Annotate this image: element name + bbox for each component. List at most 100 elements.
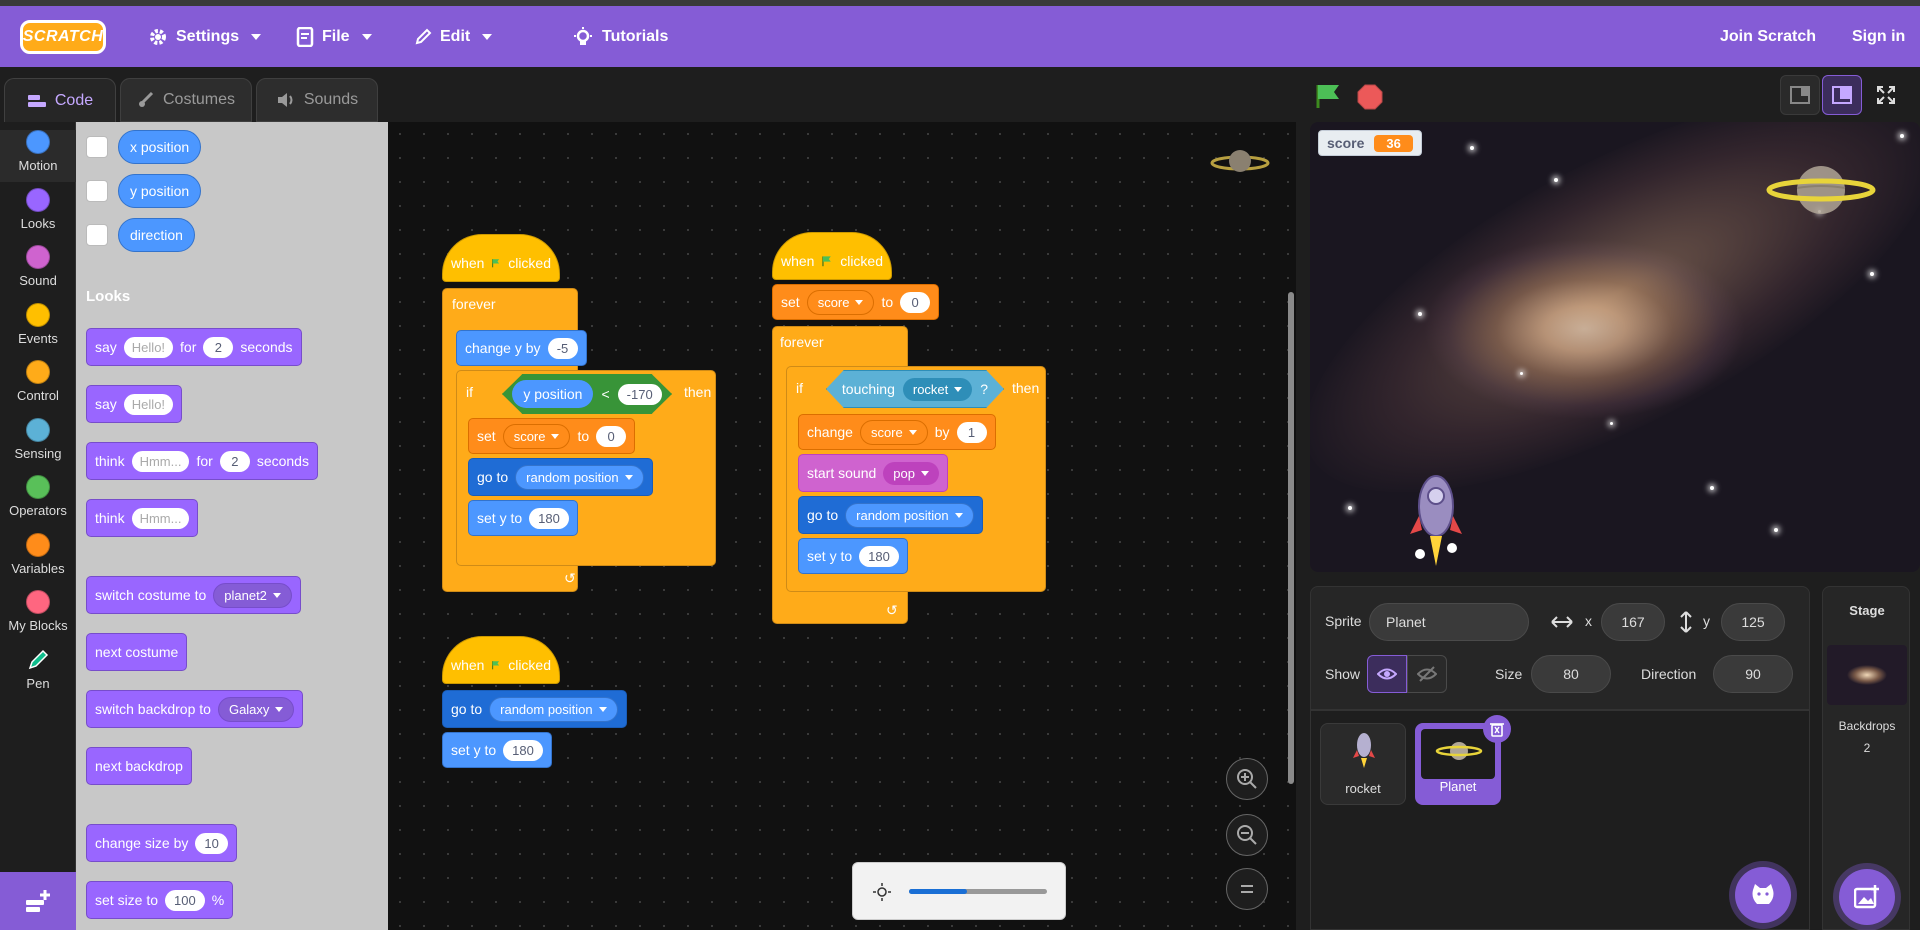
next-backdrop-block[interactable]: next backdrop (86, 747, 192, 785)
set-y-block[interactable]: set y to 180 (798, 538, 908, 574)
choose-sprite-button[interactable] (1735, 867, 1791, 923)
tab-sounds[interactable]: Sounds (256, 78, 378, 122)
y-position-reporter[interactable]: y position (512, 380, 594, 408)
y-position-checkbox[interactable] (86, 180, 108, 202)
join-scratch-link[interactable]: Join Scratch (1720, 6, 1816, 67)
change-size-block[interactable]: change size by 10 (86, 824, 237, 862)
set-size-block[interactable]: set size to 100 % (86, 881, 234, 919)
code-workspace[interactable]: when clicked forever ↺ change y by -5 if… (388, 122, 1296, 930)
switch-backdrop-block[interactable]: switch backdrop to Galaxy (86, 690, 304, 728)
set-variable-block[interactable]: set score to 0 (772, 284, 940, 320)
set-y-input[interactable]: 180 (503, 739, 543, 761)
show-hidden-button[interactable] (1407, 655, 1447, 693)
size-input[interactable]: 100 (165, 889, 205, 911)
settings-menu[interactable]: Settings (148, 6, 262, 67)
message-input[interactable]: Hello! (123, 393, 174, 415)
sign-in-link[interactable]: Sign in (1852, 6, 1905, 67)
say-block[interactable]: say Hello! (86, 385, 183, 423)
direction-reporter[interactable]: direction (118, 218, 195, 252)
fullscreen-button[interactable] (1866, 75, 1906, 115)
seconds-input[interactable]: 2 (203, 336, 234, 358)
touching-sensor[interactable]: touching rocket ? (826, 370, 1004, 408)
small-stage-button[interactable] (1780, 75, 1820, 115)
compare-input[interactable]: -170 (617, 383, 662, 405)
start-sound-block[interactable]: start sound pop (798, 454, 948, 492)
message-input[interactable]: Hello! (123, 336, 174, 358)
backdrop-dropdown[interactable]: Galaxy (217, 696, 295, 722)
choose-backdrop-button[interactable] (1839, 869, 1895, 925)
category-variables[interactable]: Variables (0, 533, 76, 576)
go-to-block[interactable]: go to random position (468, 458, 653, 496)
category-events[interactable]: Events (0, 303, 76, 346)
set-y-block[interactable]: set y to 180 (442, 732, 552, 768)
delete-sprite-button[interactable] (1483, 715, 1511, 743)
go-to-block[interactable]: go to random position (798, 496, 983, 534)
x-position-reporter[interactable]: x position (118, 130, 202, 164)
score-monitor[interactable]: score 36 (1318, 130, 1422, 156)
scratch-logo[interactable]: SCRATCH (20, 20, 106, 54)
normal-stage-button[interactable] (1822, 75, 1862, 115)
category-motion[interactable]: Motion (0, 130, 76, 182)
category-control[interactable]: Control (0, 360, 76, 403)
variable-dropdown[interactable]: score (502, 423, 571, 449)
zoom-in-button[interactable] (1226, 758, 1268, 800)
brightness-slider[interactable] (909, 889, 1047, 894)
variable-dropdown[interactable]: score (859, 419, 928, 445)
category-pen[interactable]: Pen (0, 648, 76, 691)
sprite-name-input[interactable]: Planet (1369, 603, 1529, 641)
change-variable-block[interactable]: change score by 1 (798, 414, 996, 450)
when-flag-clicked-hat[interactable]: when clicked (442, 636, 560, 684)
touching-dropdown[interactable]: rocket (902, 377, 973, 401)
green-flag-run-button[interactable] (1314, 83, 1342, 109)
change-y-block[interactable]: change y by -5 (456, 330, 587, 366)
less-than-operator[interactable]: y position < -170 (502, 374, 672, 414)
go-to-block[interactable]: go to random position (442, 690, 627, 728)
when-flag-clicked-hat[interactable]: when clicked (442, 234, 560, 282)
say-for-seconds-block[interactable]: say Hello! for 2 seconds (86, 328, 302, 366)
x-input[interactable]: 167 (1601, 603, 1665, 641)
x-position-checkbox[interactable] (86, 136, 108, 158)
switch-costume-block[interactable]: switch costume to planet2 (86, 576, 301, 614)
set-value-input[interactable]: 0 (900, 291, 931, 313)
set-y-input[interactable]: 180 (529, 507, 569, 529)
change-value-input[interactable]: 1 (956, 421, 987, 443)
category-sensing[interactable]: Sensing (0, 418, 76, 461)
change-y-input[interactable]: -5 (547, 337, 578, 359)
y-input[interactable]: 125 (1721, 603, 1785, 641)
stage-canvas[interactable] (1310, 122, 1920, 572)
stage-selector-pane[interactable]: Stage Backdrops 2 (1822, 586, 1910, 930)
show-visible-button[interactable] (1367, 655, 1407, 693)
size-input[interactable]: 80 (1531, 655, 1611, 693)
message-input[interactable]: Hmm... (131, 507, 190, 529)
variable-dropdown[interactable]: score (806, 289, 875, 315)
go-to-dropdown[interactable]: random position (489, 696, 618, 722)
set-y-block[interactable]: set y to 180 (468, 500, 578, 536)
zoom-out-button[interactable] (1226, 814, 1268, 856)
sound-dropdown[interactable]: pop (883, 461, 939, 485)
planet-sprite[interactable] (1766, 162, 1876, 218)
add-extension-button[interactable] (0, 872, 76, 930)
tab-costumes[interactable]: Costumes (120, 78, 252, 122)
size-change-input[interactable]: 10 (195, 832, 228, 854)
direction-input[interactable]: 90 (1713, 655, 1793, 693)
message-input[interactable]: Hmm... (131, 450, 190, 472)
zoom-reset-button[interactable] (1226, 868, 1268, 910)
go-to-dropdown[interactable]: random position (515, 464, 644, 490)
think-for-seconds-block[interactable]: think Hmm... for 2 seconds (86, 442, 318, 480)
sprite-tile-rocket[interactable]: rocket (1320, 723, 1406, 805)
set-value-input[interactable]: 0 (596, 425, 627, 447)
seconds-input[interactable]: 2 (219, 450, 250, 472)
tab-code[interactable]: Code (4, 78, 116, 122)
tutorials-menu[interactable]: Tutorials (572, 6, 668, 67)
y-position-reporter[interactable]: y position (118, 174, 202, 208)
category-sound[interactable]: Sound (0, 245, 76, 288)
edit-menu[interactable]: Edit (414, 6, 493, 67)
next-costume-block[interactable]: next costume (86, 633, 188, 671)
go-to-dropdown[interactable]: random position (845, 502, 974, 528)
when-flag-clicked-hat[interactable]: when clicked (772, 232, 892, 280)
set-y-input[interactable]: 180 (859, 545, 899, 567)
rocket-sprite[interactable] (1406, 466, 1466, 572)
stop-button[interactable] (1356, 83, 1384, 111)
file-menu[interactable]: File (296, 6, 372, 67)
category-operators[interactable]: Operators (0, 475, 76, 518)
